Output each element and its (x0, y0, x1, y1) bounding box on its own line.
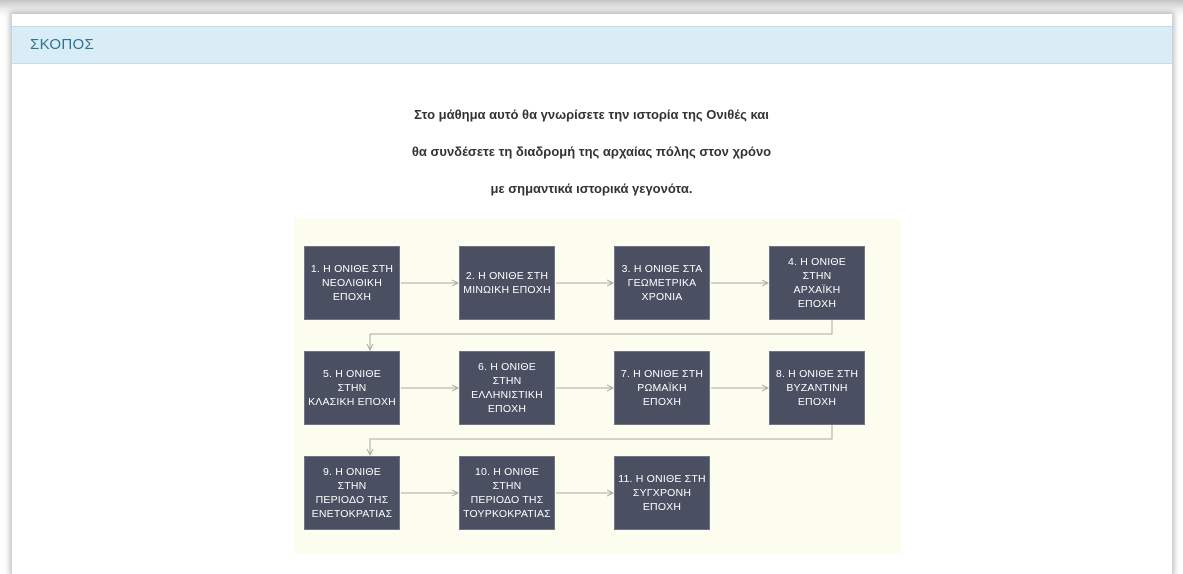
timeline-step-neolithic: 1. Η ΟΝΙΘΕ ΣΤΗ ΝΕΟΛΙΘΙΚΗ ΕΠΟΧΗ (304, 246, 400, 320)
timeline-step-hellenistic: 6. Η ΟΝΙΘΕ ΣΤΗΝ ΕΛΛΗΝΙΣΤΙΚΗ ΕΠΟΧΗ (459, 351, 555, 425)
intro-line: θα συνδέσετε τη διαδρομή της αρχαίας πόλ… (411, 144, 772, 159)
timeline-step-byzantine: 8. Η ΟΝΙΘΕ ΣΤΗ ΒΥΖΑΝΤΙΝΗ ΕΠΟΧΗ (769, 351, 865, 425)
intro-text: Στο μάθημα αυτό θα γνωρίσετε την ιστορία… (0, 106, 1183, 217)
step-label: 9. Η ΟΝΙΘΕ ΣΤΗΝ ΠΕΡΙΟΔΟ ΤΗΣ ΕΝΕΤΟΚΡΑΤΙΑΣ (311, 466, 393, 520)
timeline-step-classical: 5. Η ΟΝΙΘΕ ΣΤΗΝ ΚΛΑΣΙΚΗ ΕΠΟΧΗ (304, 351, 400, 425)
intro-line: με σημαντικά ιστορικά γεγονότα. (490, 181, 693, 196)
timeline-step-roman: 7. Η ΟΝΙΘΕ ΣΤΗ ΡΩΜΑΪΚΗ ΕΠΟΧΗ (614, 351, 710, 425)
step-label: 8. Η ΟΝΙΘΕ ΣΤΗ ΒΥΖΑΝΤΙΝΗ ΕΠΟΧΗ (775, 368, 859, 408)
step-label: 11. Η ΟΝΙΘΕ ΣΤΗ ΣΥΓΧΡΟΝΗ ΕΠΟΧΗ (618, 473, 706, 513)
step-label: 5. Η ΟΝΙΘΕ ΣΤΗΝ ΚΛΑΣΙΚΗ ΕΠΟΧΗ (308, 368, 396, 408)
step-label: 4. Η ΟΝΙΘΕ ΣΤΗΝ ΑΡΧΑΪΚΗ ΕΠΟΧΗ (787, 256, 846, 310)
timeline-step-venetian: 9. Η ΟΝΙΘΕ ΣΤΗΝ ΠΕΡΙΟΔΟ ΤΗΣ ΕΝΕΤΟΚΡΑΤΙΑΣ (304, 456, 400, 530)
step-label: 6. Η ΟΝΙΘΕ ΣΤΗΝ ΕΛΛΗΝΙΣΤΙΚΗ ΕΠΟΧΗ (471, 361, 543, 415)
step-label: 2. Η ΟΝΙΘΕ ΣΤΗ ΜΙΝΩΙΚΗ ΕΠΟΧΗ (463, 270, 551, 296)
panel-title: ΣΚΟΠΟΣ (30, 36, 95, 53)
step-label: 10. Η ΟΝΙΘΕ ΣΤΗΝ ΠΕΡΙΟΔΟ ΤΗΣ ΤΟΥΡΚΟΚΡΑΤΙ… (463, 466, 551, 520)
timeline-step-modern: 11. Η ΟΝΙΘΕ ΣΤΗ ΣΥΓΧΡΟΝΗ ΕΠΟΧΗ (614, 456, 710, 530)
step-label: 7. Η ΟΝΙΘΕ ΣΤΗ ΡΩΜΑΪΚΗ ΕΠΟΧΗ (620, 368, 704, 408)
timeline-step-geometric: 3. Η ΟΝΙΘΕ ΣΤΑ ΓΕΩΜΕΤΡΙΚΑ ΧΡΟΝΙΑ (614, 246, 710, 320)
timeline-step-ottoman: 10. Η ΟΝΙΘΕ ΣΤΗΝ ΠΕΡΙΟΔΟ ΤΗΣ ΤΟΥΡΚΟΚΡΑΤΙ… (459, 456, 555, 530)
step-label: 1. Η ΟΝΙΘΕ ΣΤΗ ΝΕΟΛΙΘΙΚΗ ΕΠΟΧΗ (310, 263, 394, 303)
intro-line: Στο μάθημα αυτό θα γνωρίσετε την ιστορία… (414, 107, 769, 122)
timeline-step-minoan: 2. Η ΟΝΙΘΕ ΣΤΗ ΜΙΝΩΙΚΗ ΕΠΟΧΗ (459, 246, 555, 320)
timeline-step-archaic: 4. Η ΟΝΙΘΕ ΣΤΗΝ ΑΡΧΑΪΚΗ ΕΠΟΧΗ (769, 246, 865, 320)
panel-header: ΣΚΟΠΟΣ (12, 26, 1172, 64)
step-label: 3. Η ΟΝΙΘΕ ΣΤΑ ΓΕΩΜΕΤΡΙΚΑ ΧΡΟΝΙΑ (621, 263, 703, 303)
